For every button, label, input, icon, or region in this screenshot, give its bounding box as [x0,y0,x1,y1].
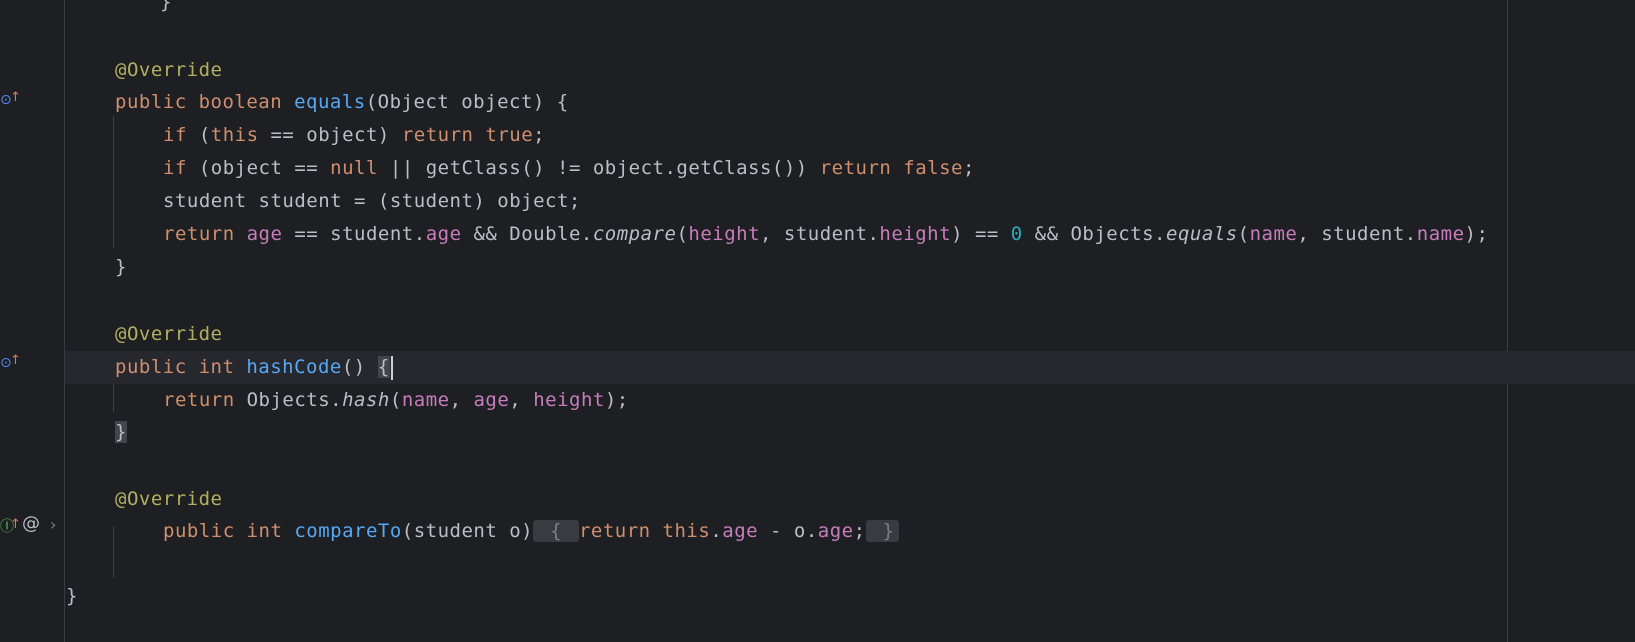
code-token: (object == [198,157,331,179]
code-token: public [163,520,247,542]
code-editor[interactable]: } @Override public boolean equals(Object o… [0,0,1635,642]
code-line[interactable]: return Objects.hash(name, age, height); [0,384,629,417]
code-token: , student. [760,223,880,245]
code-line[interactable]: @Override [0,483,222,516]
code-token: int [198,356,247,378]
code-token: ); [604,389,629,411]
code-line[interactable]: if (this == object) return true; [0,119,545,152]
code-token: if [163,124,199,146]
override-up-arrow-icon[interactable]: ↑ [10,90,21,106]
code-line[interactable]: } [0,580,78,613]
code-line[interactable]: public int hashCode() { [0,351,393,384]
code-token: public [115,91,199,113]
code-line[interactable]: @Override [0,54,222,87]
code-token: name [1416,223,1465,245]
fold-chevron-icon[interactable]: › [50,517,56,533]
code-token: - o. [758,520,818,542]
code-token: , [509,389,534,411]
code-token: if [163,157,199,179]
override-up-arrow-icon[interactable]: ↑ [10,517,21,533]
code-token: ( [676,223,689,245]
code-line[interactable]: } [0,0,172,19]
code-token: return [163,223,247,245]
code-token: == object) [258,124,402,146]
code-token: height [879,223,952,245]
code-token: name [401,389,450,411]
code-token: return [163,389,247,411]
code-token: @Override [115,59,223,81]
code-token: } [160,0,172,13]
code-token: equals [294,91,366,113]
text-cursor [390,355,393,380]
code-token: height [533,389,605,411]
code-token: } [115,256,127,278]
code-token: @Override [115,323,223,345]
code-token: } [865,520,900,542]
code-token: || getClass() != object.getClass()) [377,157,820,179]
code-token: 0 [1010,223,1023,245]
code-token: age [817,520,854,542]
code-token: ); [1464,223,1489,245]
code-line[interactable]: if (object == null || getClass() != obje… [0,152,975,185]
code-token: compare [592,223,677,245]
code-token: . [710,520,723,542]
code-token: age [425,223,462,245]
code-token: hashCode [246,356,342,378]
code-token: hash [342,389,390,411]
code-token: ( [389,389,402,411]
code-token: (student o) [401,520,534,542]
code-line[interactable]: return age == student.age && Double.comp… [0,218,1488,251]
code-token: name [1249,223,1298,245]
right-margin-guide [1507,0,1508,642]
code-token: return [401,124,486,146]
code-line[interactable]: public int compareTo(student o) { return… [0,515,900,548]
code-token: () [341,356,378,378]
code-token: age [722,520,759,542]
code-token: && Double. [461,223,593,245]
code-token: compareTo [294,520,402,542]
code-line[interactable]: } [0,251,127,284]
code-token: age [246,223,283,245]
code-token: ; [533,124,546,146]
code-token: true [485,124,534,146]
code-token: return [819,157,904,179]
override-up-arrow-icon[interactable]: ↑ [10,353,21,369]
code-token: { [533,520,579,542]
code-token: return [578,520,663,542]
code-token: { [377,356,390,378]
at-annotation-icon[interactable]: @ [22,515,40,533]
code-token: ) == [951,223,1011,245]
code-token: int [246,520,295,542]
code-token: height [688,223,761,245]
code-line[interactable]: public boolean equals(Object object) { [0,86,569,119]
code-token: age [473,389,510,411]
code-token: Objects. [246,389,343,411]
code-token: public [115,356,199,378]
code-token: null [330,157,378,179]
code-token: } [115,421,127,443]
code-token: false [903,157,963,179]
code-token: boolean [198,91,295,113]
code-token: && Objects. [1022,223,1166,245]
code-token: (Object object) { [365,91,569,113]
code-line[interactable]: @Override [0,318,222,351]
code-token: , student. [1297,223,1417,245]
code-line[interactable]: } [0,416,127,449]
code-token: this [210,124,259,146]
code-token: ( [198,124,211,146]
code-token: } [66,585,78,607]
code-token: equals [1166,223,1238,245]
code-token: @Override [115,488,223,510]
code-token: ( [1237,223,1250,245]
code-token: , [449,389,474,411]
code-token: ; [853,520,866,542]
code-token: student student = (student) object; [163,190,581,212]
code-token: this [662,520,711,542]
code-line[interactable]: student student = (student) object; [0,185,581,218]
code-token: ; [962,157,975,179]
code-token: == student. [282,223,426,245]
